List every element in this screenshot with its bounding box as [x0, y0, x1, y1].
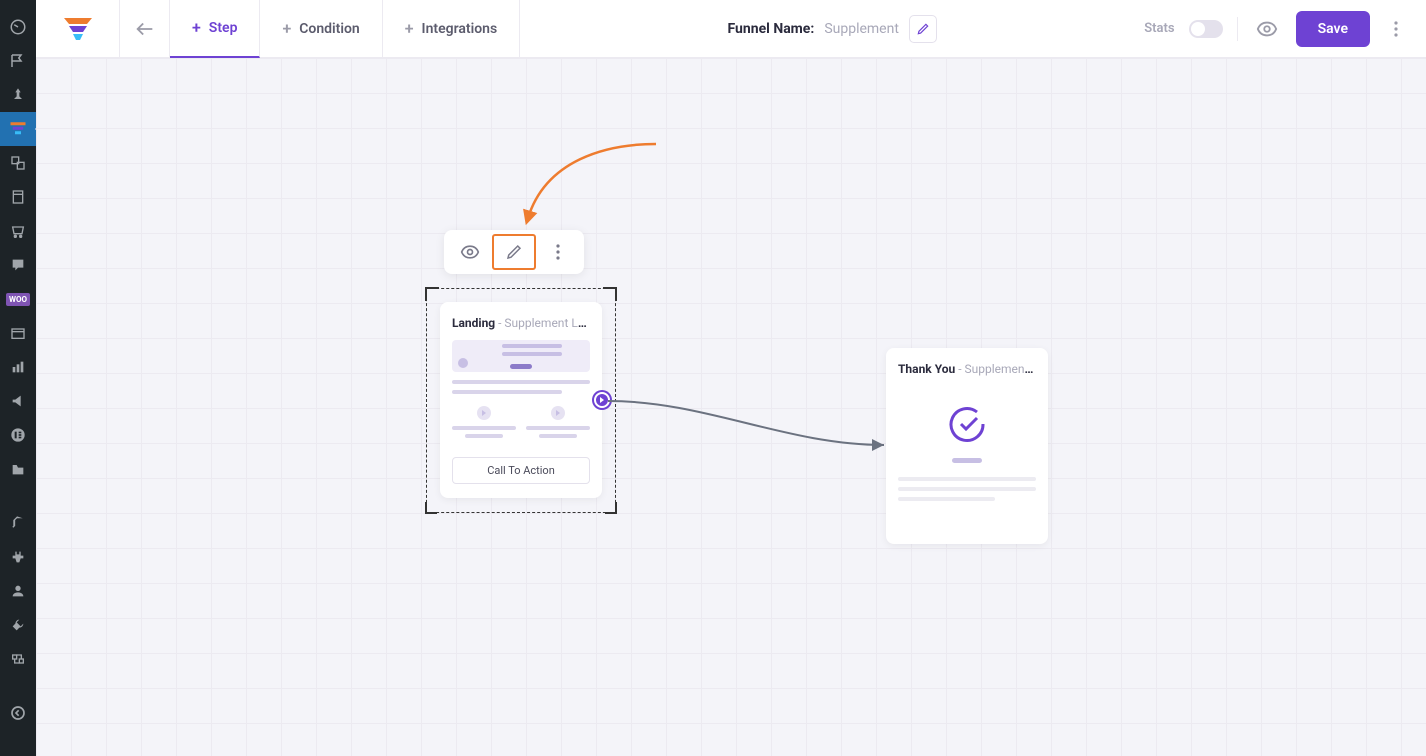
funnel-name-value: Supplement [824, 21, 899, 37]
edit-funnel-name-button[interactable] [909, 15, 937, 43]
sidebar-dashboard-icon[interactable] [0, 10, 36, 44]
tab-label: Step [209, 20, 238, 36]
sidebar-marketing-icon[interactable] [0, 384, 36, 418]
sidebar-users-icon[interactable] [0, 574, 36, 608]
plus-icon: + [405, 19, 414, 38]
preview-hero [452, 340, 590, 372]
stats-toggle[interactable] [1189, 20, 1223, 38]
sidebar-appearance-icon[interactable] [0, 506, 36, 540]
sidebar-collapse-icon[interactable] [0, 696, 36, 730]
sidebar-settings-icon[interactable] [0, 642, 36, 676]
landing-node-wrapper: Landing - Supplement La... Call To Actio… [426, 288, 616, 513]
sidebar-tools-icon[interactable] [0, 608, 36, 642]
node-connector [606, 393, 896, 453]
app-logo [36, 0, 120, 58]
stats-label: Stats [1144, 21, 1174, 36]
sidebar-cart-icon[interactable] [0, 214, 36, 248]
preview-button[interactable] [1252, 14, 1282, 44]
sidebar-pin-icon[interactable] [0, 78, 36, 112]
node-title: Landing - Supplement La... [452, 316, 590, 330]
cta-label: Call To Action [452, 457, 590, 484]
sidebar-woo-icon[interactable]: WOO [0, 282, 36, 316]
annotation-arrow [516, 140, 676, 230]
preview-line [898, 477, 1036, 481]
sidebar-templates-icon[interactable] [0, 452, 36, 486]
preview-divider [952, 458, 982, 463]
sidebar-pages-icon[interactable] [0, 180, 36, 214]
sidebar-funnel-icon[interactable] [0, 112, 36, 146]
check-icon [947, 404, 987, 444]
node-edit-button[interactable] [492, 234, 536, 270]
sidebar-archive-icon[interactable] [0, 316, 36, 350]
wp-admin-sidebar: WOO [0, 0, 36, 756]
funnel-canvas[interactable]: Landing - Supplement La... Call To Actio… [36, 58, 1426, 756]
topbar: + Step + Condition + Integrations Funnel Na… [36, 0, 1426, 58]
back-button[interactable] [120, 0, 170, 58]
node-toolbar [444, 230, 584, 274]
preview-line [898, 487, 1036, 491]
tab-step[interactable]: + Step [170, 0, 260, 58]
save-button[interactable]: Save [1296, 11, 1370, 47]
thankyou-node[interactable]: Thank You - Supplement T... [886, 348, 1048, 544]
landing-node[interactable]: Landing - Supplement La... Call To Actio… [440, 302, 602, 498]
plus-icon: + [282, 19, 291, 38]
sidebar-comments-icon[interactable] [0, 248, 36, 282]
node-title: Thank You - Supplement T... [898, 362, 1036, 376]
sidebar-plugins-icon[interactable] [0, 540, 36, 574]
sidebar-analytics-icon[interactable] [0, 350, 36, 384]
funnel-name-label: Funnel Name: [728, 21, 815, 37]
preview-line [452, 380, 590, 384]
divider [1237, 17, 1238, 41]
preview-cols [452, 406, 590, 442]
node-output-handle[interactable] [594, 392, 610, 408]
sidebar-media-icon[interactable] [0, 146, 36, 180]
topbar-right: Stats Save [1144, 11, 1426, 47]
tab-label: Integrations [422, 21, 498, 37]
funnel-name-area: Funnel Name: Supplement [520, 15, 1144, 43]
tab-label: Condition [299, 21, 360, 37]
node-more-button[interactable] [536, 234, 580, 270]
more-menu-button[interactable] [1384, 14, 1408, 44]
preview-line [898, 497, 995, 501]
plus-icon: + [192, 18, 201, 37]
node-view-button[interactable] [448, 234, 492, 270]
preview-line [452, 390, 562, 394]
sidebar-flag-icon[interactable] [0, 44, 36, 78]
tab-condition[interactable]: + Condition [260, 0, 382, 58]
sidebar-elementor-icon[interactable] [0, 418, 36, 452]
tab-integrations[interactable]: + Integrations [383, 0, 520, 58]
